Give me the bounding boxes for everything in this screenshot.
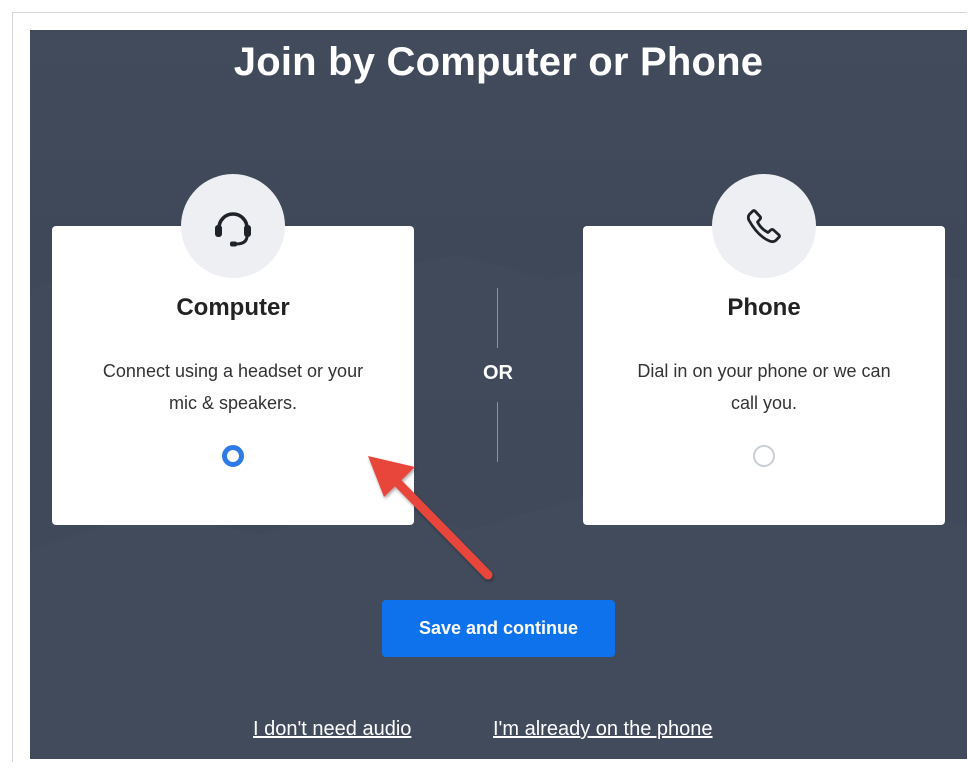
no-audio-link[interactable]: I don't need audio bbox=[253, 718, 411, 741]
phone-icon bbox=[746, 209, 781, 244]
computer-option-label: Computer bbox=[176, 294, 290, 321]
phone-radio-button[interactable] bbox=[753, 445, 775, 467]
headset-icon bbox=[215, 212, 251, 247]
computer-icon-badge bbox=[181, 174, 285, 278]
phone-option-card[interactable]: Phone Dial in on your phone or we can ca… bbox=[583, 174, 945, 525]
save-and-continue-button[interactable]: Save and continue bbox=[382, 600, 615, 657]
phone-option-description: Dial in on your phone or we can call you… bbox=[637, 361, 891, 413]
computer-option-description: Connect using a headset or your mic & sp… bbox=[102, 361, 364, 413]
computer-radio-button[interactable] bbox=[222, 445, 244, 467]
join-audio-dialog: Join by Computer or Phone Computer Conne… bbox=[30, 30, 967, 759]
dialog-title: Join by Computer or Phone bbox=[233, 40, 764, 84]
phone-icon-badge bbox=[712, 174, 816, 278]
or-separator-label: OR bbox=[483, 362, 513, 384]
or-divider-bottom bbox=[497, 402, 498, 462]
frame-border-left bbox=[12, 12, 13, 762]
frame-border-top bbox=[12, 12, 967, 13]
phone-option-label: Phone bbox=[727, 294, 801, 321]
computer-option-card[interactable]: Computer Connect using a headset or your… bbox=[52, 174, 414, 525]
or-divider-top bbox=[497, 288, 498, 348]
already-on-phone-link[interactable]: I'm already on the phone bbox=[493, 718, 713, 741]
screenshot-frame: Join by Computer or Phone Computer Conne… bbox=[0, 0, 969, 771]
